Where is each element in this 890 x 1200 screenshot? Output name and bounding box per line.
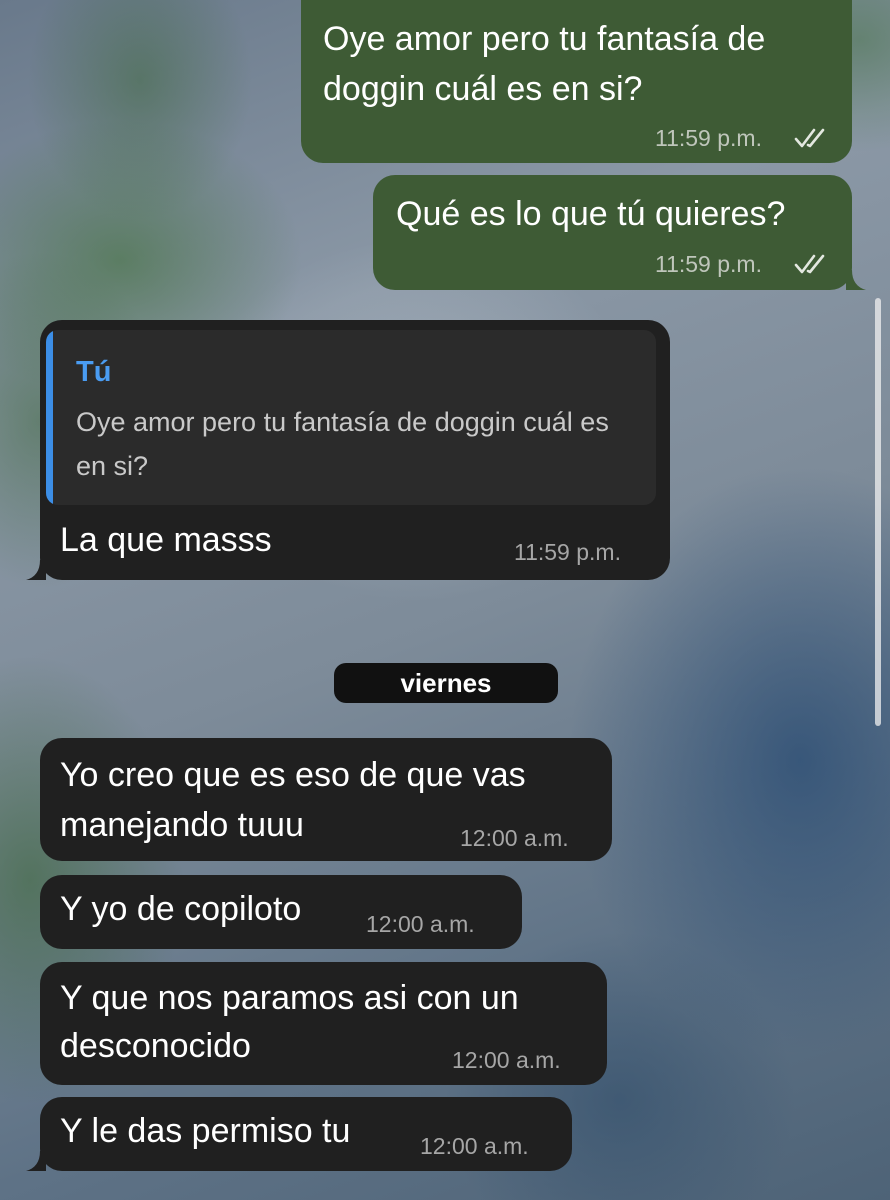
- message-timestamp: 12:00 a.m.: [420, 1133, 529, 1159]
- message-text-line: Y le das permiso tu: [60, 1112, 351, 1150]
- bubble-tail: [26, 560, 46, 580]
- message-text-line: Y yo de copiloto: [60, 890, 302, 928]
- message-timestamp: 11:59 p.m.: [514, 539, 621, 565]
- message-timestamp: 12:00 a.m.: [366, 911, 475, 937]
- message-text-line: Oye amor pero tu fantasía de: [323, 20, 766, 58]
- reply-accent-bar: [46, 330, 53, 505]
- outgoing-message-bubble[interactable]: Qué es lo que tú quieres? 11:59 p.m.: [373, 175, 852, 290]
- message-text-line: Y que nos paramos asi con un: [60, 979, 519, 1017]
- incoming-message-bubble[interactable]: Yo creo que es eso de que vas manejando …: [40, 738, 612, 861]
- reply-preview[interactable]: Tú Oye amor pero tu fantasía de doggin c…: [46, 330, 656, 505]
- bubble-tail: [846, 270, 866, 290]
- incoming-message-bubble[interactable]: Y que nos paramos asi con un desconocido…: [40, 962, 607, 1085]
- incoming-message-bubble[interactable]: Y yo de copiloto 12:00 a.m.: [40, 875, 522, 949]
- message-text-line: Yo creo que es eso de que vas: [60, 756, 526, 794]
- message-text-line: La que masss: [60, 521, 272, 559]
- message-timestamp: 11:59 p.m.: [655, 125, 762, 151]
- incoming-message-bubble[interactable]: Y le das permiso tu 12:00 a.m.: [40, 1097, 572, 1171]
- double-check-icon: [794, 254, 825, 274]
- chat-screen: { "messages": [ { "direction": "outgoing…: [0, 0, 890, 1200]
- message-text-line: manejando tuuu: [60, 806, 304, 844]
- message-text-line: doggin cuál es en si?: [323, 70, 643, 108]
- message-timestamp: 11:59 p.m.: [655, 251, 762, 277]
- outgoing-message-bubble[interactable]: Oye amor pero tu fantasía de doggin cuál…: [301, 0, 852, 163]
- message-text-line: Qué es lo que tú quieres?: [396, 195, 786, 233]
- date-separator: viernes: [334, 663, 558, 703]
- double-check-icon: [794, 128, 825, 148]
- message-text-line: desconocido: [60, 1027, 251, 1065]
- scrollbar-thumb[interactable]: [875, 298, 881, 726]
- reply-author: Tú: [76, 356, 112, 388]
- bubble-tail: [26, 1151, 46, 1171]
- message-timestamp: 12:00 a.m.: [460, 825, 569, 851]
- reply-quoted-text: Oye amor pero tu fantasía de doggin cuál…: [76, 407, 609, 481]
- message-timestamp: 12:00 a.m.: [452, 1047, 561, 1073]
- incoming-message-bubble[interactable]: Tú Oye amor pero tu fantasía de doggin c…: [40, 320, 670, 580]
